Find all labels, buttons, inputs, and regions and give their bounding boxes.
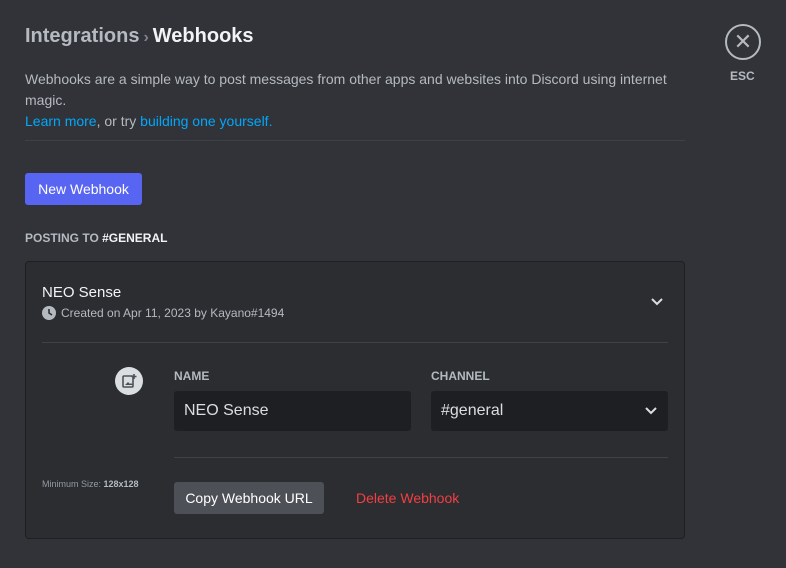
description: Webhooks are a simple way to post messag… xyxy=(25,69,695,132)
name-input[interactable]: NEO Sense xyxy=(174,391,411,431)
min-size-label: Minimum Size: xyxy=(42,479,104,489)
description-middle: , or try xyxy=(96,113,141,129)
learn-more-link[interactable]: Learn more xyxy=(25,113,97,129)
min-size-hint: Minimum Size: 128x128 xyxy=(42,479,139,489)
webhook-name: NEO Sense xyxy=(42,284,122,301)
breadcrumb: Integrations › Webhooks xyxy=(25,25,254,48)
close-icon: ✕ xyxy=(733,29,753,54)
breadcrumb-integrations[interactable]: Integrations xyxy=(25,25,139,47)
description-text: Webhooks are a simple way to post messag… xyxy=(25,71,667,108)
webhook-card: NEO Sense Created on Apr 11, 2023 by Kay… xyxy=(25,261,685,539)
divider xyxy=(25,140,685,141)
page-title: Webhooks xyxy=(152,25,254,47)
avatar-upload-button[interactable] xyxy=(115,367,143,395)
esc-label: ESC xyxy=(730,69,755,83)
copy-webhook-url-button[interactable]: Copy Webhook URL xyxy=(174,482,324,514)
clock-icon xyxy=(42,306,56,320)
created-info: Created on Apr 11, 2023 by Kayano#1494 xyxy=(42,306,284,320)
image-add-icon xyxy=(122,374,137,388)
chevron-down-icon xyxy=(645,407,657,415)
created-text: Created on Apr 11, 2023 by Kayano#1494 xyxy=(61,306,285,320)
new-webhook-button[interactable]: New Webhook xyxy=(25,173,142,205)
posting-label: POSTING TO xyxy=(25,231,103,245)
delete-webhook-button[interactable]: Delete Webhook xyxy=(356,490,459,506)
min-size-value: 128x128 xyxy=(103,479,139,489)
channel-label: CHANNEL xyxy=(431,369,490,383)
close-button[interactable]: ✕ xyxy=(725,24,761,60)
channel-value: #general xyxy=(441,402,504,419)
build-link[interactable]: building one yourself. xyxy=(140,113,272,129)
chevron-right-icon: › xyxy=(143,29,149,46)
posting-to-label: POSTING TO #GENERAL xyxy=(25,231,167,245)
divider xyxy=(42,342,668,343)
name-label: NAME xyxy=(174,369,210,383)
posting-channel: #GENERAL xyxy=(102,231,168,245)
divider xyxy=(174,457,668,458)
channel-select[interactable]: #general xyxy=(431,391,668,431)
chevron-down-icon[interactable] xyxy=(650,297,664,307)
